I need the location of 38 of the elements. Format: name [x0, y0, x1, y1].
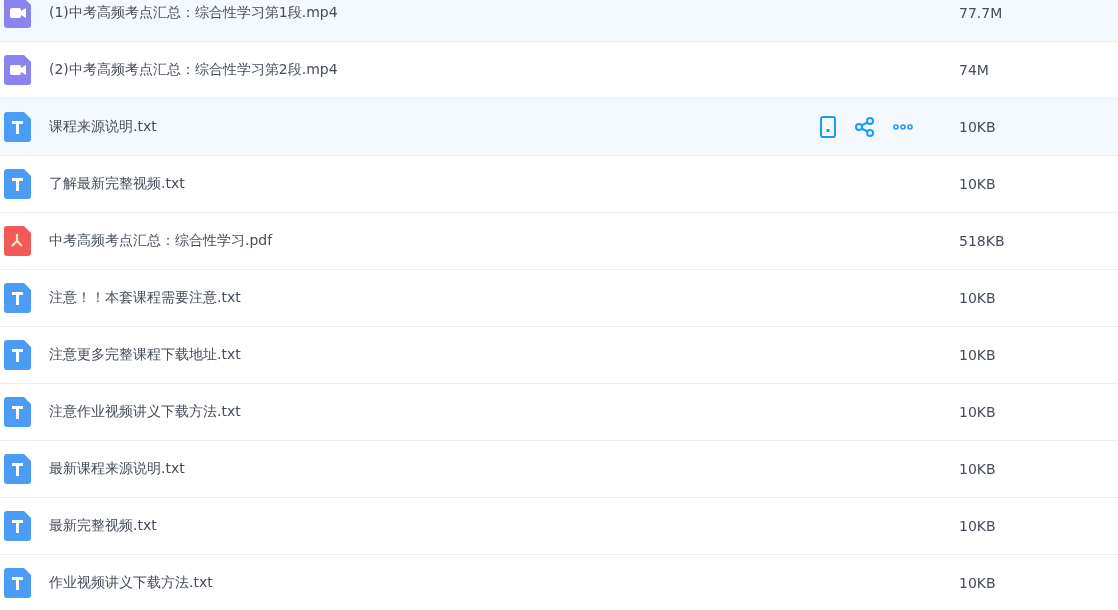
- file-name: 课程来源说明.txt: [48, 118, 158, 136]
- text-file-icon: [4, 169, 31, 199]
- text-file-icon: [4, 454, 31, 484]
- file-size: 10KB: [959, 119, 997, 135]
- file-name: 作业视频讲义下载方法.txt: [48, 574, 214, 592]
- file-name: 中考高频考点汇总：综合性学习.pdf: [48, 232, 274, 250]
- text-file-icon: [4, 511, 31, 541]
- more-icon[interactable]: [893, 124, 913, 130]
- phone-icon[interactable]: [819, 116, 837, 138]
- file-size: 518KB: [959, 233, 1006, 249]
- file-size: 10KB: [959, 461, 997, 477]
- file-name: 注意作业视频讲义下载方法.txt: [48, 403, 242, 421]
- file-size: 10KB: [959, 290, 997, 306]
- file-size: 10KB: [959, 518, 997, 534]
- file-size: 10KB: [959, 176, 997, 192]
- file-name: 最新完整视频.txt: [48, 517, 158, 535]
- text-file-icon: [4, 397, 31, 427]
- file-name: 注意更多完整课程下载地址.txt: [48, 346, 242, 364]
- text-file-icon: [4, 568, 31, 598]
- file-size: 10KB: [959, 347, 997, 363]
- file-row[interactable]: 课程来源说明.txt 10KB: [0, 99, 1118, 156]
- file-size: 74M: [959, 62, 990, 78]
- file-row[interactable]: (1)中考高频考点汇总：综合性学习第1段.mp4 77.7M: [0, 0, 1118, 42]
- file-size: 10KB: [959, 404, 997, 420]
- file-name: (2)中考高频考点汇总：综合性学习第2段.mp4: [48, 61, 339, 79]
- share-icon[interactable]: [855, 117, 875, 137]
- file-size: 10KB: [959, 575, 997, 591]
- text-file-icon: [4, 112, 31, 142]
- text-file-icon: [4, 340, 31, 370]
- pdf-file-icon: [4, 226, 31, 256]
- video-file-icon: [4, 0, 31, 28]
- file-name: 了解最新完整视频.txt: [48, 175, 186, 193]
- file-name: 最新课程来源说明.txt: [48, 460, 186, 478]
- file-size: 77.7M: [959, 5, 1004, 21]
- text-file-icon: [4, 283, 31, 313]
- file-name: 注意！！本套课程需要注意.txt: [48, 289, 242, 307]
- video-file-icon: [4, 55, 31, 85]
- file-name: (1)中考高频考点汇总：综合性学习第1段.mp4: [48, 4, 339, 22]
